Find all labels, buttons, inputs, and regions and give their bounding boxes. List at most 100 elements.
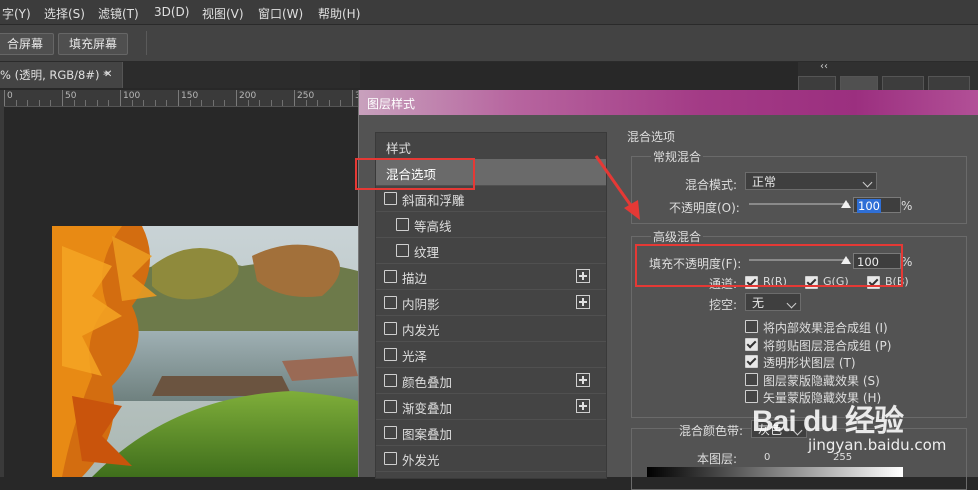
annotation-box-blending-options <box>355 158 475 190</box>
fit-screen-button[interactable]: 合屏幕 <box>0 33 55 55</box>
vertical-ruler <box>0 106 4 477</box>
ruler-minor-tick <box>189 100 191 106</box>
style-item-label: 内发光 <box>402 323 440 338</box>
opacity-input[interactable]: 100 <box>853 197 901 213</box>
fill-screen-button[interactable]: 填充屏幕 <box>58 33 129 55</box>
blend-mode-label: 混合模式: <box>685 178 738 192</box>
document-tab[interactable]: % (透明, RGB/8#) * ✕ <box>0 62 123 88</box>
add-effect-icon[interactable] <box>576 399 590 413</box>
style-item[interactable]: 图案叠加 <box>376 419 606 446</box>
blend-mode-value: 正常 <box>752 175 777 189</box>
style-item-checkbox[interactable] <box>384 296 397 309</box>
style-item-checkbox[interactable] <box>384 192 397 205</box>
ruler-minor-tick <box>340 100 342 106</box>
ruler-major-tick <box>4 90 5 106</box>
opacity-slider[interactable] <box>749 203 849 205</box>
advanced-option-checkbox[interactable] <box>745 337 758 351</box>
panel-tab-channels[interactable] <box>882 76 924 91</box>
ruler-label: 0 <box>7 91 13 101</box>
blending-section-title: 混合选项 <box>627 130 676 144</box>
style-item[interactable]: 颜色叠加 <box>376 367 606 394</box>
ruler-minor-tick <box>259 100 261 106</box>
blend-if-label: 混合颜色带: <box>679 424 744 438</box>
menu-window[interactable]: 窗口(W) <box>258 5 303 22</box>
style-list-header[interactable]: 样式 <box>376 133 606 160</box>
style-item-checkbox[interactable] <box>384 452 397 465</box>
ruler-minor-tick <box>317 100 319 106</box>
ruler-major-tick <box>120 90 121 106</box>
style-item[interactable]: 渐变叠加 <box>376 393 606 420</box>
style-item-checkbox[interactable] <box>396 244 409 257</box>
chevron-down-icon <box>862 177 873 188</box>
style-item-checkbox[interactable] <box>384 322 397 335</box>
ruler-minor-tick <box>85 100 87 106</box>
panel-tab-paths[interactable] <box>928 76 970 91</box>
style-item[interactable]: 外发光 <box>376 445 606 472</box>
advanced-blending-title: 高级混合 <box>651 228 704 245</box>
menu-3d[interactable]: 3D(D) <box>154 5 189 19</box>
ruler-major-tick <box>294 90 295 106</box>
opacity-slider-knob[interactable] <box>841 200 851 208</box>
add-effect-icon[interactable] <box>576 295 590 309</box>
style-item-checkbox[interactable] <box>396 218 409 231</box>
style-item[interactable]: 等高线 <box>376 211 606 238</box>
annotation-box-fill-opacity <box>635 244 903 287</box>
style-header-label: 样式 <box>386 141 412 156</box>
add-effect-icon[interactable] <box>576 373 590 387</box>
ruler-minor-tick <box>143 100 145 106</box>
autumn-lake-image <box>52 226 358 477</box>
dialog-title-bar[interactable]: 图层样式 <box>359 90 978 115</box>
style-item-checkbox[interactable] <box>384 348 397 361</box>
advanced-option-label: 将内部效果混合成组 (I) <box>763 321 888 335</box>
ruler-major-tick <box>352 90 353 106</box>
ruler-minor-tick <box>131 100 133 106</box>
knockout-label: 挖空: <box>709 298 738 312</box>
menu-select[interactable]: 选择(S) <box>44 5 85 22</box>
right-panel-header: ‹‹ <box>798 61 978 91</box>
ruler-minor-tick <box>328 100 330 106</box>
style-item-label: 渐变叠加 <box>402 401 453 416</box>
baidu-watermark-logo: Bai du 经验 <box>752 396 904 438</box>
add-effect-icon[interactable] <box>576 269 590 283</box>
document-tab-row: % (透明, RGB/8#) * ✕ <box>0 62 360 88</box>
style-item[interactable]: 描边 <box>376 263 606 290</box>
menu-view[interactable]: 视图(V) <box>202 5 244 22</box>
this-layer-gradient-slider[interactable] <box>647 467 903 477</box>
style-item-checkbox[interactable] <box>384 426 397 439</box>
advanced-option-checkbox[interactable] <box>745 320 758 333</box>
style-item-checkbox[interactable] <box>384 270 397 283</box>
style-item-label: 颜色叠加 <box>402 375 453 390</box>
style-item[interactable]: 纹理 <box>376 237 606 264</box>
knockout-value: 无 <box>752 296 765 310</box>
menu-help[interactable]: 帮助(H) <box>318 5 360 22</box>
style-item[interactable]: 内发光 <box>376 315 606 342</box>
ruler-minor-tick <box>108 100 110 106</box>
annotation-arrow <box>594 155 640 220</box>
panel-tab-layers[interactable] <box>840 76 878 91</box>
canvas-photo <box>52 226 358 477</box>
opacity-value: 100 <box>857 199 881 213</box>
ruler-minor-tick <box>50 100 52 106</box>
style-item[interactable]: 光泽 <box>376 341 606 368</box>
style-item-label: 等高线 <box>414 219 452 234</box>
close-icon[interactable]: ✕ <box>104 62 112 88</box>
advanced-option-label: 图层蒙版隐藏效果 (S) <box>763 373 880 388</box>
collapse-icon[interactable]: ‹‹ <box>820 61 828 72</box>
panel-tab-1[interactable] <box>798 76 836 91</box>
ruler-label: 50 <box>65 91 77 101</box>
style-item-label: 斜面和浮雕 <box>402 193 465 208</box>
blend-mode-select[interactable]: 正常 <box>745 172 877 190</box>
ruler-minor-tick <box>38 100 40 106</box>
knockout-select[interactable]: 无 <box>745 293 801 311</box>
menu-type[interactable]: 字(Y) <box>2 5 31 22</box>
advanced-option-checkbox[interactable] <box>745 355 758 368</box>
advanced-option-checkbox[interactable] <box>745 372 758 386</box>
style-item-checkbox[interactable] <box>384 400 397 413</box>
style-item-checkbox[interactable] <box>384 374 397 387</box>
style-item-label: 图案叠加 <box>402 427 453 442</box>
menu-filter[interactable]: 滤镜(T) <box>98 5 139 22</box>
ruler-minor-tick <box>154 100 156 106</box>
ruler-minor-tick <box>212 100 214 106</box>
style-item[interactable]: 内阴影 <box>376 289 606 316</box>
ruler-minor-tick <box>201 100 203 106</box>
